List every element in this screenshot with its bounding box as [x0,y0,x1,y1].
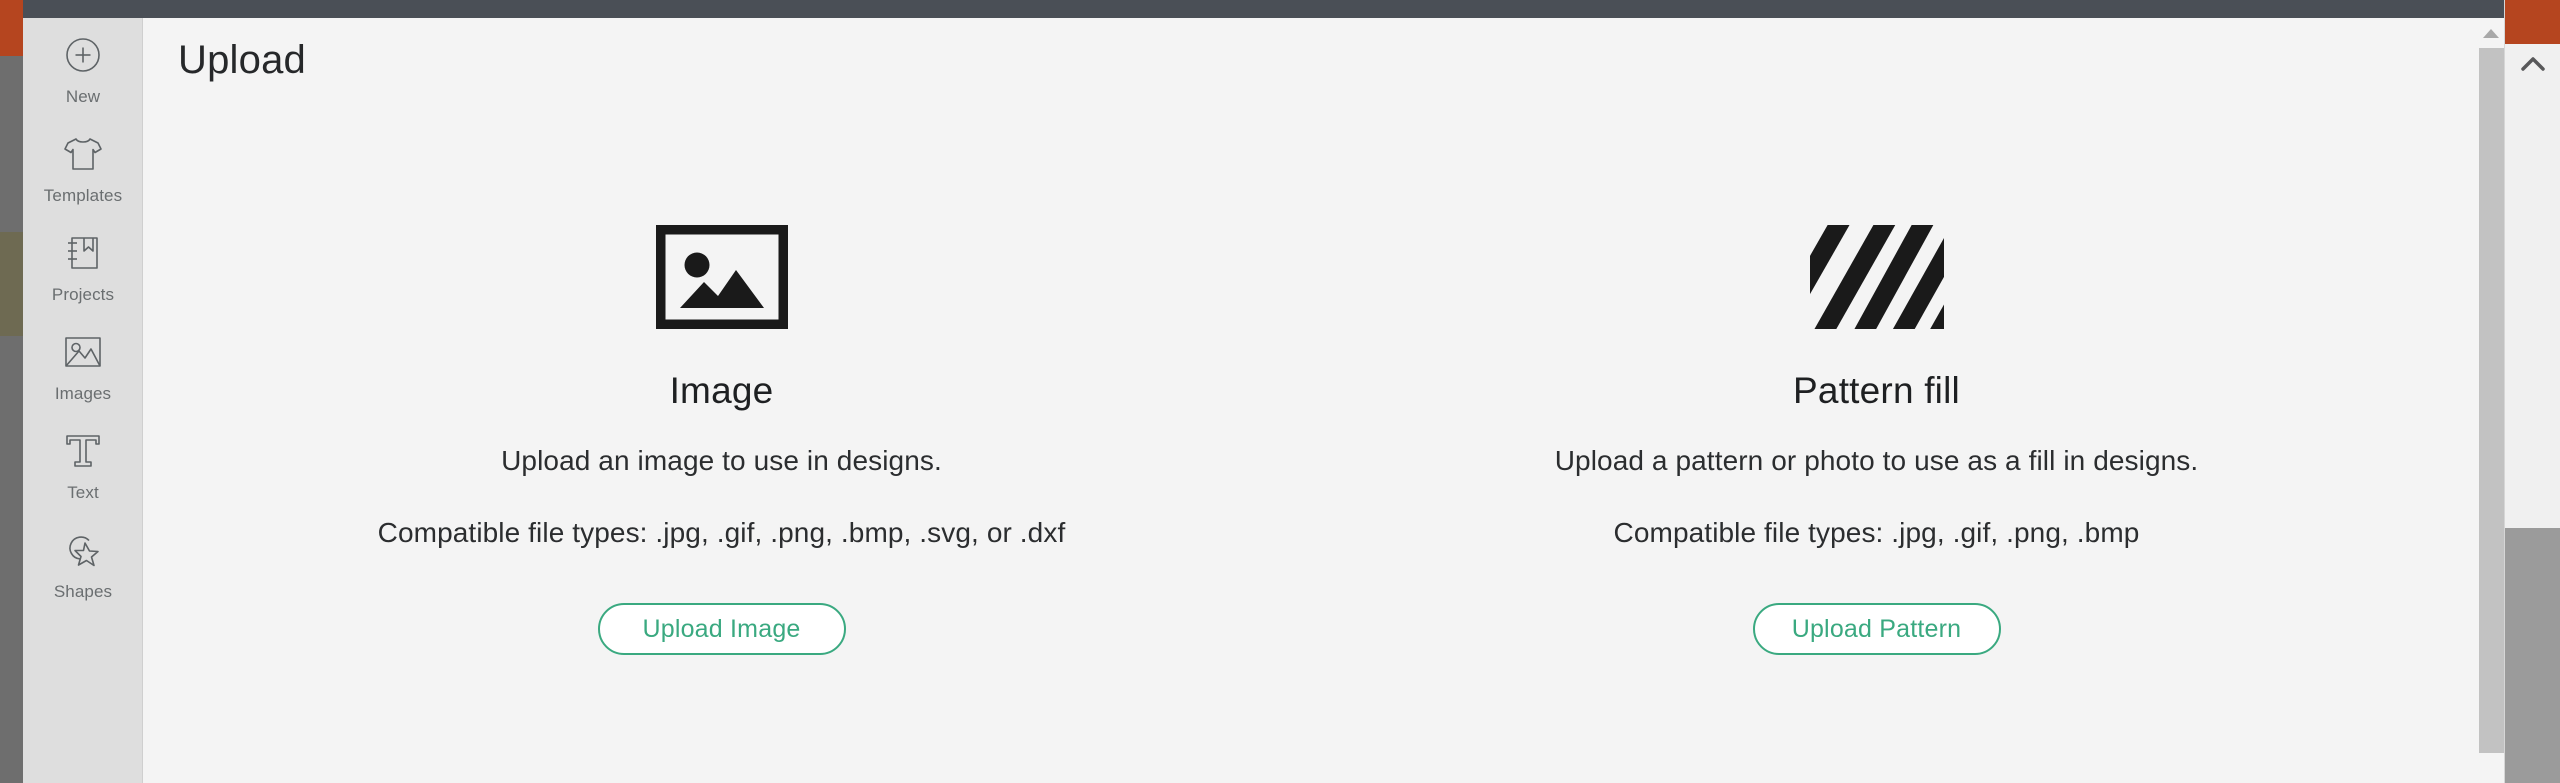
sidebar-item-label: Templates [43,185,123,205]
sidebar-item-templates[interactable]: Templates [23,117,142,216]
upload-pattern-button[interactable]: Upload Pattern [1752,603,2001,655]
sidebar-item-shapes[interactable]: Shapes [23,513,142,612]
browser-scrollbar-track[interactable] [2505,528,2560,783]
app-scrollbar-thumb[interactable] [2479,48,2504,753]
upload-options-row: Image Upload an image to use in designs.… [144,218,2454,655]
main-content-panel: Upload Image Upload an image to use in d… [144,18,2504,783]
tshirt-icon [58,130,108,178]
shapes-star-circle-icon [58,526,108,574]
top-title-bar [0,0,2560,18]
page-title: Upload [178,38,306,82]
circle-plus-icon [58,31,108,79]
scroll-up-chevron-icon[interactable] [2505,44,2560,84]
scroll-up-arrow-icon[interactable] [2478,20,2504,46]
upload-card-image: Image Upload an image to use in designs.… [144,218,1299,655]
card-file-types: Compatible file types: .jpg, .gif, .png,… [1613,517,2140,548]
text-t-icon [58,427,108,475]
card-description: Upload an image to use in designs. [501,445,942,476]
image-frame-icon [655,218,789,336]
sidebar-item-label: Projects [51,284,115,304]
card-description: Upload a pattern or photo to use as a fi… [1554,445,2199,476]
sidebar-item-projects[interactable]: Projects [23,216,142,315]
notebook-bookmark-icon [58,229,108,277]
browser-scrollbar-thumb[interactable] [2505,84,2560,528]
browser-scrollbar-orange-cap [2505,0,2560,44]
card-file-types: Compatible file types: .jpg, .gif, .png,… [377,517,1066,548]
upload-card-pattern-fill: Pattern fill Upload a pattern or photo t… [1299,218,2454,655]
sidebar-item-label: Text [67,482,99,502]
diagonal-stripes-icon [1809,218,1944,336]
picture-icon [58,328,108,376]
desktop-edge-orange-segment [0,0,23,56]
sidebar-item-text[interactable]: Text [23,414,142,513]
sidebar-item-images[interactable]: Images [23,315,142,414]
left-nav-rail: New Templates Projects Images Text Shape… [23,18,143,783]
app-vertical-scrollbar[interactable] [2478,18,2504,783]
card-title: Pattern fill [1793,370,1960,411]
sidebar-item-label: Images [54,383,112,403]
desktop-edge-olive-segment [0,232,23,336]
browser-vertical-scrollbar[interactable] [2504,0,2560,783]
upload-image-button[interactable]: Upload Image [597,603,846,655]
application-window: New Templates Projects Images Text Shape… [0,0,2560,783]
card-title: Image [669,370,774,411]
sidebar-item-label: New [65,86,101,106]
desktop-left-edge [0,0,23,783]
sidebar-item-label: Shapes [53,581,113,601]
sidebar-item-new[interactable]: New [23,18,142,117]
